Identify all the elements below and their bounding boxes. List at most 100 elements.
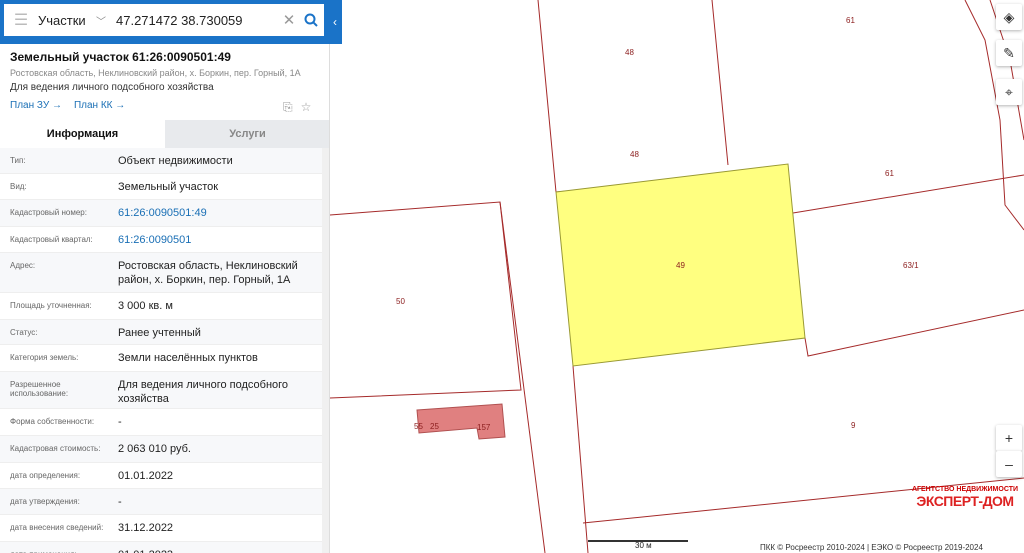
info-panel: Земельный участок 61:26:0090501:49 Росто… bbox=[0, 44, 330, 553]
zoom-out-button[interactable]: – bbox=[996, 451, 1022, 477]
collapse-panel-icon[interactable]: ‹ bbox=[328, 0, 342, 44]
cadastral-number-link[interactable]: 61:26:0090501:49 bbox=[110, 200, 322, 226]
parcel-boundary bbox=[964, 0, 1024, 231]
measure-button[interactable]: ✎ bbox=[996, 40, 1022, 66]
search-icon[interactable] bbox=[298, 4, 324, 36]
parcel-boundary bbox=[537, 0, 557, 193]
attribute-label: Тип: bbox=[10, 156, 26, 165]
attribute-row: Адрес: Ростовская область, Неклиновский р… bbox=[0, 253, 322, 293]
search-box: ☰ Участки ﹀ 47.271472 38.730059 ✕ bbox=[4, 4, 324, 36]
attribute-label: Кадастровая стоимость: bbox=[10, 444, 101, 453]
tab-info[interactable]: Информация bbox=[0, 120, 165, 148]
parcel-label: 49 bbox=[676, 261, 685, 270]
attribute-table: Тип: Объект недвижимости Вид: Земельный уч… bbox=[0, 148, 322, 553]
layers-button[interactable]: ◈ bbox=[996, 4, 1022, 30]
chevron-down-icon: ﹀ bbox=[96, 16, 106, 28]
attribute-value: - bbox=[118, 496, 122, 508]
attribute-label: дата внесения сведений: bbox=[10, 523, 104, 532]
attribute-label: Вид: bbox=[10, 182, 27, 191]
watermark-main: ЭКСПЕРТ-ДОМ bbox=[916, 493, 1014, 509]
building-label: 157 bbox=[477, 423, 491, 432]
attribute-label: дата утверждения: bbox=[10, 497, 80, 506]
parcel-label: 61 bbox=[846, 16, 855, 25]
card-actions: ⎘ ☆ bbox=[283, 100, 311, 115]
attribute-value: 01.01.2023 bbox=[110, 542, 322, 553]
crosshair-icon: ⌖ bbox=[1005, 83, 1013, 100]
attribute-label: Адрес: bbox=[10, 261, 36, 270]
attribute-value: Земельный участок bbox=[118, 181, 219, 193]
parcel-boundary bbox=[572, 365, 589, 553]
attribute-value: 2 063 010 руб. bbox=[118, 443, 191, 455]
attribute-row: Категория земель: Земли населённых пункто… bbox=[0, 345, 322, 372]
tabs: Информация Услуги bbox=[0, 120, 329, 148]
attribute-value: Земли населённых пунктов bbox=[118, 352, 258, 364]
document-search-icon[interactable]: ⎘ bbox=[283, 100, 293, 115]
scale-label: 30 м bbox=[635, 541, 652, 550]
hamburger-icon[interactable]: ☰ bbox=[4, 4, 38, 36]
attribute-row: Кадастровый номер: 61:26:0090501:49 bbox=[0, 200, 322, 227]
parcel-boundary bbox=[329, 201, 522, 399]
attribute-label: Разрешенное использование: bbox=[10, 380, 69, 398]
attribute-row: дата утверждения: - bbox=[0, 489, 322, 515]
attribute-row: дата внесения сведений: 31.12.2022 bbox=[0, 515, 322, 542]
attribute-row: Площадь уточненная: 3 000 кв. м bbox=[0, 293, 322, 320]
plan-links: План ЗУ → План КК → bbox=[10, 100, 125, 111]
attribute-row: дата применения:01.01.2023 bbox=[0, 542, 322, 553]
parcel-label: 48 bbox=[630, 150, 639, 159]
tab-services[interactable]: Услуги bbox=[165, 120, 329, 148]
attribute-value: 3 000 кв. м bbox=[118, 300, 173, 312]
attribute-row: Форма собственности: - bbox=[0, 409, 322, 436]
attribute-label: дата применения: bbox=[0, 542, 110, 553]
ruler-icon: ✎ bbox=[1003, 44, 1015, 61]
attribute-row: дата определения: 01.01.2022 bbox=[0, 463, 322, 489]
layer-dropdown-label: Участки bbox=[38, 12, 86, 28]
attribute-row: Тип: Объект недвижимости bbox=[0, 148, 322, 174]
attribute-value: 01.01.2022 bbox=[118, 470, 174, 482]
plan-zu-link[interactable]: План ЗУ → bbox=[10, 100, 62, 111]
attribute-label: Кадастровый номер: bbox=[10, 208, 87, 217]
watermark-top: АГЕНТСТВО НЕДВИЖИМОСТИ bbox=[911, 486, 1019, 493]
watermark-logo: АГЕНТСТВО НЕДВИЖИМОСТИ ЭКСПЕРТ-ДОМ bbox=[910, 486, 1020, 509]
building-label: 55 bbox=[414, 422, 423, 431]
attribute-label: Категория земель: bbox=[10, 353, 79, 362]
parcel-label: 9 bbox=[851, 421, 856, 430]
attribute-label: Кадастровый квартал: bbox=[10, 235, 93, 244]
attribute-value: 31.12.2022 bbox=[118, 522, 174, 534]
parcel-boundary bbox=[804, 309, 1024, 357]
star-icon[interactable]: ☆ bbox=[301, 100, 312, 115]
building-label: 25 bbox=[430, 422, 439, 431]
attribute-value: - bbox=[118, 416, 122, 428]
attribute-row: Кадастровый квартал: 61:26:0090501 bbox=[0, 227, 322, 253]
attribute-value: Для ведения личного подсобного хозяйства bbox=[118, 379, 289, 405]
plan-kk-link[interactable]: План КК → bbox=[74, 100, 125, 111]
purpose-text: Для ведения личного подсобного хозяйства bbox=[10, 82, 214, 93]
attribute-value: Ростовская область, Неклиновский район, … bbox=[118, 260, 298, 286]
attribute-label: Площадь уточненная: bbox=[10, 301, 92, 310]
page-title: Земельный участок 61:26:0090501:49 bbox=[10, 50, 231, 64]
scrollbar[interactable] bbox=[322, 148, 329, 553]
attribute-row: Кадастровая стоимость: 2 063 010 руб. bbox=[0, 436, 322, 463]
attribute-label: Форма собственности: bbox=[10, 417, 95, 426]
attribute-label: Статус: bbox=[10, 328, 38, 337]
parcel-label: 61 bbox=[885, 169, 894, 178]
attribute-value: Ранее учтенный bbox=[118, 327, 201, 339]
plus-icon: + bbox=[1004, 430, 1014, 446]
cadastral-quarter-link[interactable]: 61:26:0090501 bbox=[110, 227, 322, 252]
layer-dropdown[interactable]: Участки ﹀ bbox=[38, 13, 112, 28]
attribute-row: Вид: Земельный участок bbox=[0, 174, 322, 200]
layers-icon: ◈ bbox=[1003, 8, 1015, 25]
parcel-label: 63/1 bbox=[903, 261, 919, 270]
attribute-row: Разрешенное использование: Для ведения ли… bbox=[0, 372, 322, 409]
attribute-label: дата определения: bbox=[10, 471, 81, 480]
parcel-boundary bbox=[499, 201, 546, 553]
close-icon[interactable]: ✕ bbox=[280, 11, 298, 29]
parcel-label: 50 bbox=[396, 297, 405, 306]
copyright: ПКК © Росреестр 2010-2024 | ЕЭКО © Росре… bbox=[760, 543, 983, 552]
address-subtitle: Ростовская область, Неклиновский район, … bbox=[10, 68, 301, 78]
search-bar: ☰ Участки ﹀ 47.271472 38.730059 ✕ ‹ bbox=[0, 0, 342, 44]
zoom-in-button[interactable]: + bbox=[996, 425, 1022, 451]
search-input[interactable]: 47.271472 38.730059 bbox=[112, 13, 280, 28]
locate-button[interactable]: ⌖ bbox=[996, 79, 1022, 105]
parcel-boundary bbox=[711, 0, 729, 166]
parcel-boundary bbox=[792, 174, 1024, 214]
